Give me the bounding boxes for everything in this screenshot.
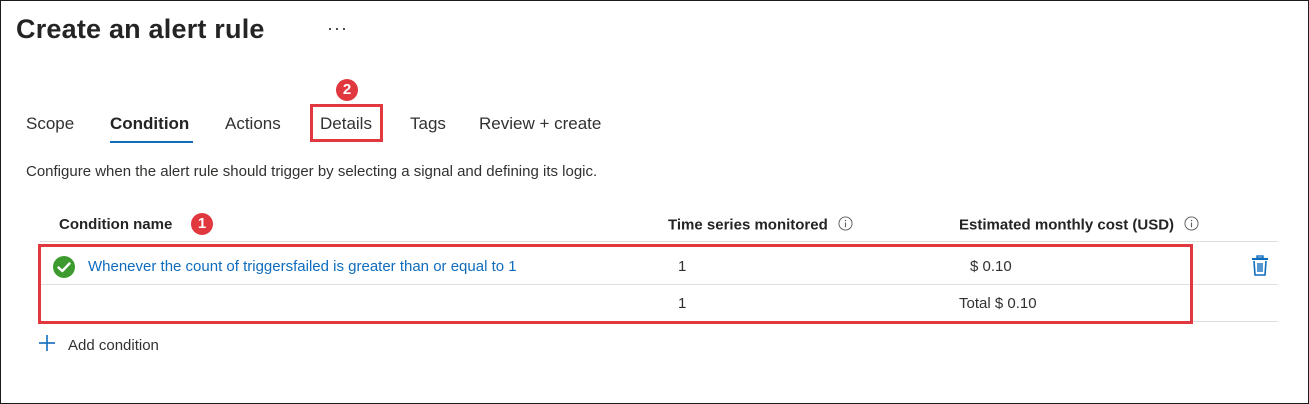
more-icon[interactable]: ··· <box>327 18 348 39</box>
tab-condition[interactable]: Condition <box>110 114 189 134</box>
add-condition-label: Add condition <box>68 336 159 354</box>
page-description: Configure when the alert rule should tri… <box>26 163 598 180</box>
tab-actions[interactable]: Actions <box>225 114 281 134</box>
header-condition-name: Condition name <box>59 216 172 233</box>
header-time-series: Time series monitored <box>668 216 853 235</box>
header-condition-name-label: Condition name <box>59 216 173 233</box>
add-condition-button[interactable]: Add condition <box>38 334 159 356</box>
tab-review-create[interactable]: Review + create <box>479 114 601 134</box>
page-frame <box>0 0 1309 404</box>
header-cost-label: Estimated monthly cost (USD) <box>959 216 1175 234</box>
info-icon[interactable] <box>1184 216 1199 235</box>
info-icon[interactable] <box>838 216 853 235</box>
rows-highlight-box <box>38 244 1193 324</box>
header-cost: Estimated monthly cost (USD) <box>959 216 1199 235</box>
tab-tags[interactable]: Tags <box>410 114 446 134</box>
page-title: Create an alert rule <box>16 14 265 44</box>
header-time-series-label: Time series monitored <box>668 216 828 234</box>
table-header-divider <box>40 241 1278 242</box>
tab-scope[interactable]: Scope <box>26 114 74 134</box>
plus-icon <box>38 334 56 356</box>
annotation-badge-1: 1 <box>191 213 213 235</box>
details-highlight-box <box>310 104 383 142</box>
trash-icon[interactable] <box>1250 255 1270 282</box>
active-tab-indicator <box>110 141 193 143</box>
annotation-badge-2: 2 <box>336 79 358 101</box>
